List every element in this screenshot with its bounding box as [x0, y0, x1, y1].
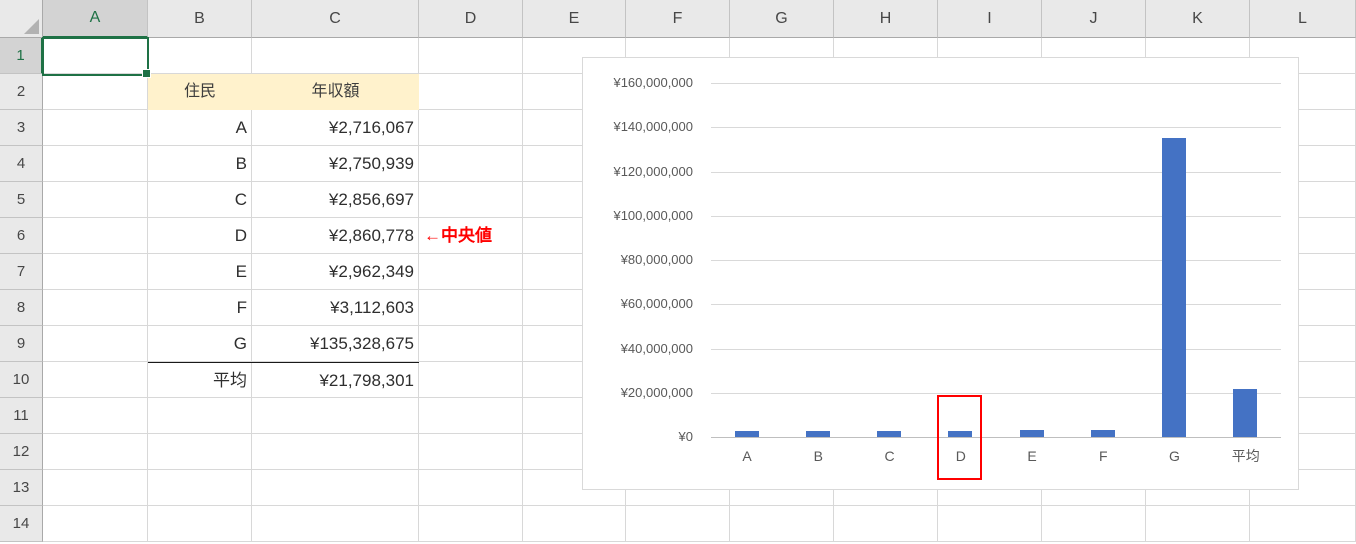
row-header-13[interactable]: 13 [0, 470, 43, 506]
column-header-K[interactable]: K [1146, 0, 1250, 38]
column-headers: ABCDEFGHIJKL [43, 0, 1356, 38]
cell-C10-income[interactable]: ¥21,798,301 [252, 362, 419, 398]
column-header-J[interactable]: J [1042, 0, 1146, 38]
gridline-vertical [522, 38, 523, 542]
cell-C7-income[interactable]: ¥2,962,349 [252, 254, 419, 290]
bar-平均[interactable] [1233, 388, 1258, 437]
column-header-B[interactable]: B [148, 0, 252, 38]
row-header-3[interactable]: 3 [0, 110, 43, 146]
bar-A[interactable] [734, 431, 759, 437]
cell-B6-resident[interactable]: D [148, 218, 252, 254]
row-header-14[interactable]: 14 [0, 506, 43, 542]
cell-B3-resident[interactable]: A [148, 110, 252, 146]
cell-D6-median-annotation[interactable]: ←中央値 [424, 218, 492, 254]
row-headers: 1 2 3 4 5 6 7 8 9 10 11 12 13 14 [0, 38, 43, 542]
cell-C4-income[interactable]: ¥2,750,939 [252, 146, 419, 182]
x-axis-line [711, 437, 1281, 438]
cell-C6-income[interactable]: ¥2,860,778 [252, 218, 419, 254]
y-axis-tick-label: ¥40,000,000 [620, 340, 693, 356]
row-header-2[interactable]: 2 [0, 74, 43, 110]
row-header-1[interactable]: 1 [0, 38, 43, 74]
y-axis-tick-label: ¥160,000,000 [613, 75, 693, 90]
row-header-4[interactable]: 4 [0, 146, 43, 182]
cell-B7-resident[interactable]: E [148, 254, 252, 290]
cell-C9-income[interactable]: ¥135,328,675 [252, 326, 419, 362]
bar-E[interactable] [1019, 430, 1044, 437]
select-all-triangle-icon [24, 19, 39, 34]
row-header-11[interactable]: 11 [0, 398, 43, 434]
select-all-corner[interactable] [0, 0, 43, 38]
row-header-7[interactable]: 7 [0, 254, 43, 290]
column-header-C[interactable]: C [252, 0, 419, 38]
y-axis-tick-label: ¥0 [678, 429, 693, 444]
cell-C8-income[interactable]: ¥3,112,603 [252, 290, 419, 326]
row-header-9[interactable]: 9 [0, 326, 43, 362]
column-header-A[interactable]: A [43, 0, 148, 38]
gridline-horizontal [711, 349, 1281, 350]
y-axis-tick-label: ¥80,000,000 [620, 252, 693, 267]
cell-C2-income-header[interactable]: 年収額 [252, 74, 419, 110]
gridline-horizontal [711, 127, 1281, 128]
x-axis-label-B: B [813, 448, 823, 464]
gridline-horizontal [711, 260, 1281, 261]
bar-F[interactable] [1090, 430, 1115, 437]
bar-B[interactable] [805, 430, 830, 437]
column-header-F[interactable]: F [626, 0, 730, 38]
y-axis-tick-label: ¥120,000,000 [613, 163, 693, 179]
spreadsheet-app: ABCDEFGHIJKL 1 2 3 4 5 6 7 8 9 10 11 12 13 14 住民 年収額 … [0, 0, 1356, 544]
x-axis-label-A: A [742, 448, 752, 464]
cell-C3-income[interactable]: ¥2,716,067 [252, 110, 419, 146]
chart-plot-area [711, 83, 1281, 438]
column-header-I[interactable]: I [938, 0, 1042, 38]
gridline-horizontal [711, 304, 1281, 305]
gridline-horizontal [711, 83, 1281, 84]
bar-G[interactable] [1162, 137, 1187, 437]
cell-B10-resident[interactable]: 平均 [148, 362, 252, 398]
cell-B2-resident-header[interactable]: 住民 [148, 74, 252, 110]
row-header-8[interactable]: 8 [0, 290, 43, 326]
x-axis-label-平均: 平均 [1231, 448, 1260, 464]
cell-B9-resident[interactable]: G [148, 326, 252, 362]
row-header-6[interactable]: 6 [0, 218, 43, 254]
bar-C[interactable] [877, 430, 902, 437]
x-axis-label-G: G [1169, 448, 1180, 464]
y-axis-tick-label: ¥140,000,000 [613, 119, 693, 135]
y-axis-tick-label: ¥100,000,000 [613, 207, 693, 223]
y-axis-tick-label: ¥20,000,000 [620, 384, 693, 400]
bar-chart[interactable]: ¥160,000,000 ¥140,000,000 ¥120,000,000 ¥100… [582, 57, 1299, 490]
cell-B4-resident[interactable]: B [148, 146, 252, 182]
row-header-12[interactable]: 12 [0, 434, 43, 470]
column-header-H[interactable]: H [834, 0, 938, 38]
x-axis-label-C: C [884, 448, 895, 464]
highlight-box-category-D[interactable] [937, 395, 982, 480]
x-axis-label-E: E [1027, 448, 1037, 464]
gridline-horizontal [711, 172, 1281, 173]
y-axis-tick-label: ¥60,000,000 [620, 296, 693, 312]
cell-B8-resident[interactable]: F [148, 290, 252, 326]
column-header-L[interactable]: L [1250, 0, 1356, 38]
row-header-5[interactable]: 5 [0, 182, 43, 218]
row-header-10[interactable]: 10 [0, 362, 43, 398]
x-axis-label-F: F [1098, 448, 1108, 464]
cell-C5-income[interactable]: ¥2,856,697 [252, 182, 419, 218]
column-header-D[interactable]: D [419, 0, 523, 38]
column-header-G[interactable]: G [730, 0, 834, 38]
column-header-E[interactable]: E [523, 0, 626, 38]
cell-B5-resident[interactable]: C [148, 182, 252, 218]
gridline-horizontal [711, 216, 1281, 217]
gridline-horizontal [711, 393, 1281, 394]
